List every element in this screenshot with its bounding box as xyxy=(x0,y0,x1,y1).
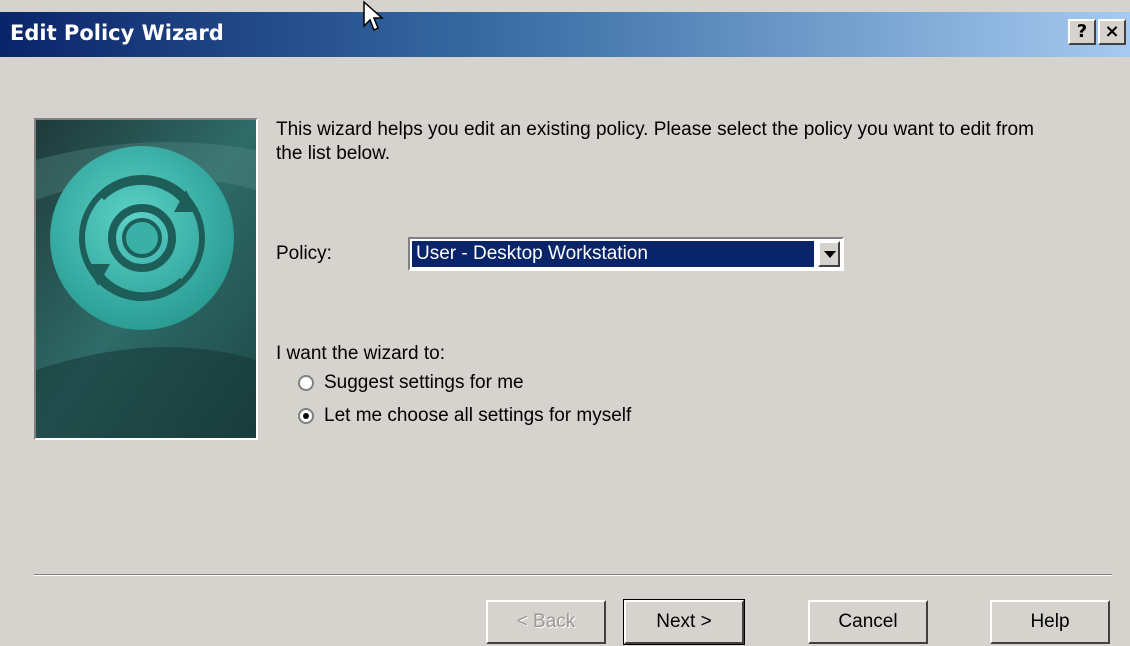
policy-selected-value[interactable]: User - Desktop Workstation xyxy=(412,241,814,267)
wizard-side-image xyxy=(34,118,258,440)
radio-button[interactable] xyxy=(298,375,314,391)
radio-label: Let me choose all settings for myself xyxy=(324,405,632,426)
title-bar: Edit Policy Wizard ? × xyxy=(0,12,1130,57)
close-icon: × xyxy=(1104,21,1120,42)
cancel-button[interactable]: Cancel xyxy=(808,600,928,644)
next-button[interactable]: Next > xyxy=(623,599,745,645)
back-button[interactable]: < Back xyxy=(486,600,606,644)
radio-choose-all-settings[interactable]: Let me choose all settings for myself xyxy=(298,405,631,427)
radio-button[interactable] xyxy=(298,408,314,424)
radio-suggest-settings[interactable]: Suggest settings for me xyxy=(298,372,524,394)
help-footer-button[interactable]: Help xyxy=(990,600,1110,644)
separator xyxy=(34,574,1112,576)
help-button[interactable]: ? xyxy=(1068,19,1096,45)
wizard-mode-label: I want the wizard to: xyxy=(276,343,445,364)
intro-text: This wizard helps you edit an existing p… xyxy=(276,119,1034,164)
window-title: Edit Policy Wizard xyxy=(10,21,224,45)
close-button[interactable]: × xyxy=(1098,19,1126,45)
policy-dropdown[interactable]: User - Desktop Workstation xyxy=(408,237,844,271)
dropdown-arrow-icon[interactable] xyxy=(818,241,840,267)
policy-refresh-icon xyxy=(36,120,256,438)
policy-label: Policy: xyxy=(276,243,332,264)
help-icon: ? xyxy=(1076,21,1088,42)
mouse-cursor-icon xyxy=(363,0,384,32)
radio-label: Suggest settings for me xyxy=(324,372,524,393)
